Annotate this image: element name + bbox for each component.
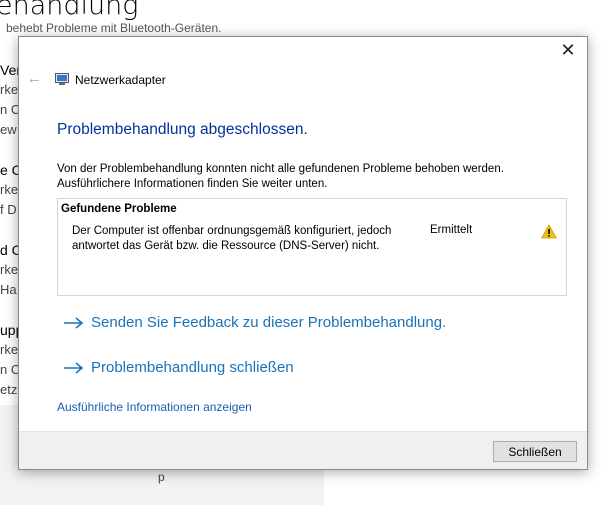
background-list-fragment: Ver — [0, 62, 20, 78]
result-heading: Problembehandlung abgeschlossen. — [57, 121, 308, 138]
background-list-fragment: rke — [0, 82, 19, 97]
background-list-fragment: rke — [0, 342, 19, 357]
send-feedback-label: Senden Sie Feedback zu dieser Problembeh… — [91, 314, 447, 331]
view-detailed-info-link[interactable]: Ausführliche Informationen anzeigen — [57, 400, 252, 414]
background-list-fragment: n C — [0, 362, 20, 377]
problems-found-box: Gefundene Probleme Der Computer ist offe… — [57, 198, 567, 296]
background-strip-text: p — [158, 470, 165, 484]
dialog-footer: Schließen — [19, 431, 587, 469]
background-list-fragment: d C — [0, 242, 20, 258]
background-list-fragment: upp — [0, 322, 20, 338]
close-button[interactable]: Schließen — [493, 441, 577, 462]
background-page-title: ehandlung — [0, 0, 139, 21]
close-troubleshooter-link[interactable]: Problembehandlung schließen — [64, 359, 294, 376]
background-list-fragment: Ha — [0, 282, 17, 297]
background-list-fragment: rke — [0, 262, 19, 277]
background-page-subtitle: behebt Probleme mit Bluetooth-Geräten. — [6, 21, 222, 35]
close-icon[interactable]: ✕ — [559, 41, 577, 59]
back-arrow-icon[interactable]: ← — [27, 70, 42, 87]
background-list-fragment: rke — [0, 182, 19, 197]
arrow-right-icon — [64, 316, 84, 329]
result-summary: Von der Problembehandlung konnten nicht … — [57, 163, 504, 190]
problems-found-title: Gefundene Probleme — [61, 203, 177, 215]
close-troubleshooter-label: Problembehandlung schließen — [91, 359, 294, 376]
background-list-fragment: etz — [0, 382, 18, 397]
background-list-fragment: n C — [0, 102, 20, 117]
send-feedback-link[interactable]: Senden Sie Feedback zu dieser Problembeh… — [64, 314, 446, 331]
problem-description: Der Computer ist offenbar ordnungsgemäß … — [72, 225, 392, 252]
background-list-fragment: e C — [0, 162, 20, 178]
troubleshooter-dialog: ✕ ← Netzwerkadapter Problembehandlung ab… — [18, 36, 588, 470]
background-list-fragment: f D — [0, 202, 17, 217]
background-list-fragment: ew — [0, 122, 17, 137]
warning-icon — [541, 224, 557, 239]
problem-status: Ermittelt — [430, 224, 473, 236]
network-adapter-icon — [55, 73, 69, 85]
dialog-header-title: Netzwerkadapter — [75, 73, 166, 87]
arrow-right-icon — [64, 361, 84, 374]
